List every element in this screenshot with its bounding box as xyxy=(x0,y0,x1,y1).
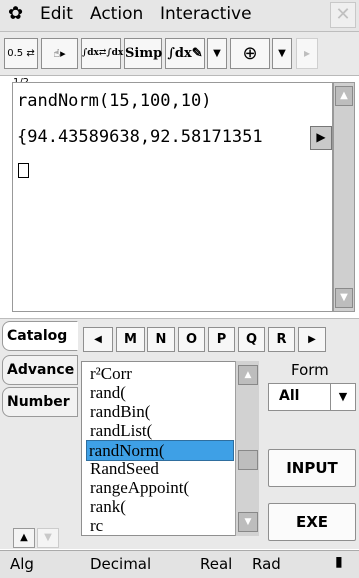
catalog-list: r²Corr rand( randBin( randList( randNorm… xyxy=(81,361,259,536)
list-scroll-down-icon[interactable]: ▼ xyxy=(238,512,258,532)
list-scroll-up-icon[interactable]: ▲ xyxy=(238,365,258,385)
status-real[interactable]: Real xyxy=(200,555,232,573)
letter-o-button[interactable]: O xyxy=(178,327,205,352)
hand-drag-button[interactable]: ☝▸ xyxy=(41,38,78,69)
page-up-icon[interactable]: ▲ xyxy=(13,528,35,548)
tab-advance[interactable]: Advance xyxy=(2,355,78,385)
chevron-down-icon[interactable]: ▼ xyxy=(330,384,355,410)
gear-icon[interactable]: ✿ xyxy=(8,3,23,24)
letter-p-button[interactable]: P xyxy=(208,327,235,352)
fraction-decimal-button[interactable]: 0.5 ⇄ 1/2 xyxy=(4,38,38,88)
letter-q-button[interactable]: Q xyxy=(238,327,265,352)
keyboard-panel: Catalog Advance Number ◀ M N O P Q R ▶ r… xyxy=(0,318,359,549)
list-scroll-thumb[interactable] xyxy=(238,450,258,470)
list-item[interactable]: rc xyxy=(88,516,105,537)
list-item[interactable]: RandSeed xyxy=(88,459,161,480)
toolbar: 0.5 ⇄ 1/2 ☝▸ ∫dx⇄∫dx Simp ∫dx✎ ▼ ⊕ ▼ ▸ xyxy=(0,32,359,88)
scroll-up-icon[interactable]: ▲ xyxy=(335,86,353,106)
status-bar: Alg Decimal Real Rad ▮ xyxy=(0,550,359,578)
scroll-down-icon[interactable]: ▼ xyxy=(335,288,353,308)
menu-action[interactable]: Action xyxy=(90,4,143,24)
list-item[interactable]: randList( xyxy=(88,421,154,442)
work-scrollbar[interactable]: ▲ ▼ xyxy=(333,82,355,312)
dropdown-2-button[interactable]: ▼ xyxy=(272,38,292,69)
status-decimal[interactable]: Decimal xyxy=(90,555,151,573)
list-item-selected[interactable]: randNorm( xyxy=(86,440,234,461)
graph-icon[interactable]: ⊕ xyxy=(230,38,270,69)
menu-edit[interactable]: Edit xyxy=(40,4,73,24)
letter-prev-button[interactable]: ◀ xyxy=(83,327,113,352)
battery-icon: ▮ xyxy=(335,554,343,570)
result-more-icon[interactable]: ▶ xyxy=(310,126,332,150)
page-down-icon[interactable]: ▼ xyxy=(37,528,59,548)
list-item[interactable]: rand( xyxy=(88,383,128,404)
form-select-value: All xyxy=(279,388,300,404)
menu-bar: ✿ Edit Action Interactive ✕ xyxy=(0,0,359,32)
dropdown-1-button[interactable]: ▼ xyxy=(207,38,227,69)
catalog-scrollbar[interactable]: ▲ ▼ xyxy=(235,361,259,536)
list-item[interactable]: rank( xyxy=(88,497,128,518)
status-alg[interactable]: Alg xyxy=(10,555,34,573)
tab-number[interactable]: Number xyxy=(2,387,78,417)
output-result[interactable]: {94.43589638,92.58171351 xyxy=(17,127,263,147)
close-icon[interactable]: ✕ xyxy=(330,2,356,28)
input-button[interactable]: INPUT xyxy=(268,449,356,487)
list-item[interactable]: randBin( xyxy=(88,402,152,423)
form-label: Form xyxy=(291,361,329,379)
integral-edit-button[interactable]: ∫dx✎ xyxy=(165,38,205,69)
list-item[interactable]: r²Corr xyxy=(88,364,134,385)
letter-m-button[interactable]: M xyxy=(116,327,145,352)
main-work-area[interactable]: randNorm(15,100,10) {94.43589638,92.5817… xyxy=(12,82,333,312)
toolbar-next-button[interactable]: ▸ xyxy=(296,38,318,69)
exe-button[interactable]: EXE xyxy=(268,503,356,541)
form-select[interactable]: All ▼ xyxy=(268,383,356,411)
menu-interactive[interactable]: Interactive xyxy=(160,4,252,24)
tab-catalog[interactable]: Catalog xyxy=(2,321,78,351)
integral-convert-button[interactable]: ∫dx⇄∫dx xyxy=(81,38,123,69)
input-expression[interactable]: randNorm(15,100,10) xyxy=(17,91,211,111)
simp-button[interactable]: Simp xyxy=(124,38,162,69)
letter-next-button[interactable]: ▶ xyxy=(298,327,326,352)
status-rad[interactable]: Rad xyxy=(252,555,281,573)
letter-n-button[interactable]: N xyxy=(147,327,175,352)
letter-r-button[interactable]: R xyxy=(268,327,295,352)
entry-cursor[interactable] xyxy=(18,163,29,178)
list-item[interactable]: rangeAppoint( xyxy=(88,478,191,499)
